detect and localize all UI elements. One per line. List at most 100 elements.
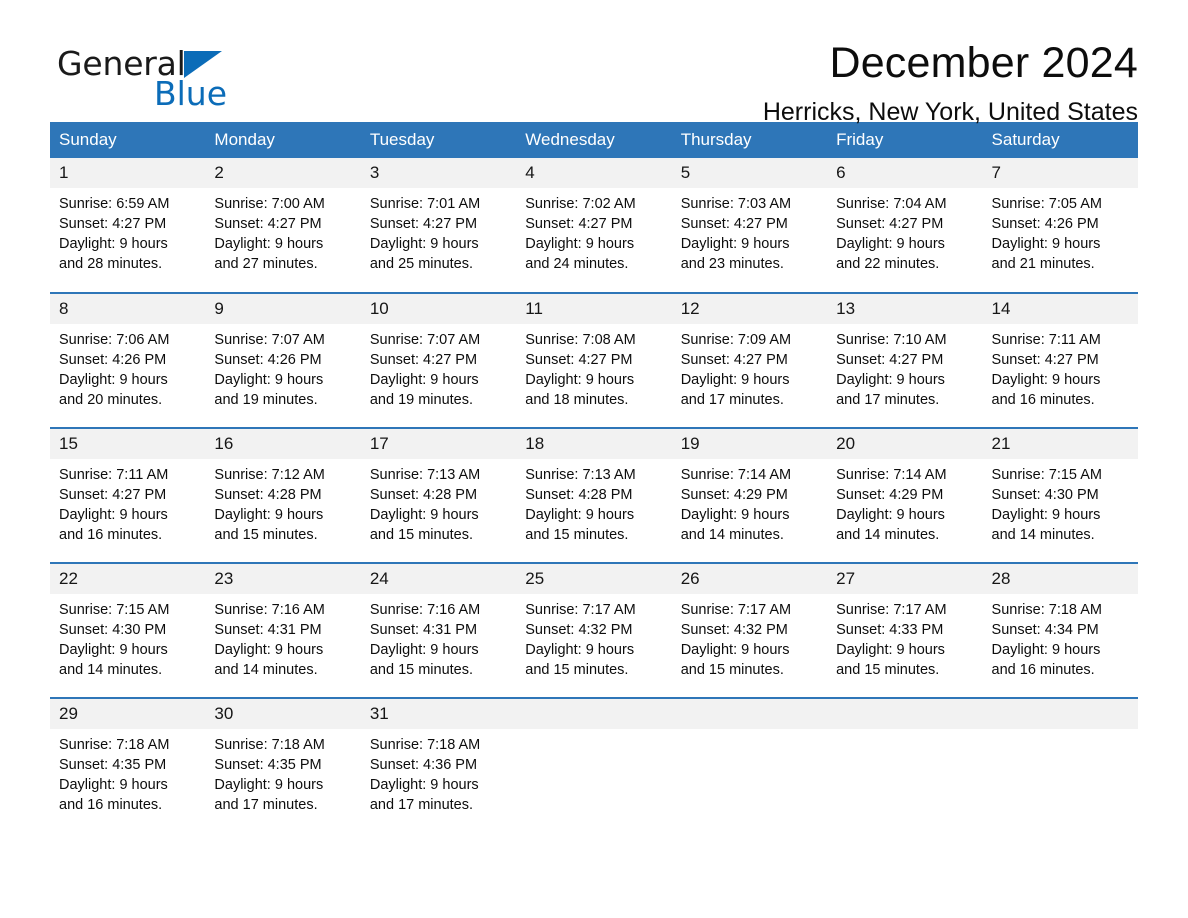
calendar-day-cell[interactable]: 26 Sunrise: 7:17 AM Sunset: 4:32 PM Dayligh… — [671, 562, 828, 698]
day-number: 25 — [516, 564, 672, 594]
sunset-text: Sunset: 4:26 PM — [991, 216, 1099, 232]
calendar-day-cell[interactable]: 29 Sunrise: 7:18 AM Sunset: 4:35 PM Dayligh… — [50, 697, 206, 833]
daylight-text-line2: and 15 minutes. — [369, 527, 474, 543]
calendar-day-cell[interactable]: 18 Sunrise: 7:13 AM Sunset: 4:28 PM Dayligh… — [516, 427, 672, 563]
calendar-day-cell[interactable]: 21 Sunrise: 7:15 AM Sunset: 4:30 PM Dayligh… — [982, 427, 1138, 563]
daylight-text-line2: and 17 minutes. — [214, 797, 318, 813]
daylight-text-line1: Daylight: 9 hours — [369, 372, 479, 388]
daylight-text-line1: Daylight: 9 hours — [836, 507, 945, 523]
sunset-text: Sunset: 4:27 PM — [59, 487, 167, 503]
daylight-text-line1: Daylight: 9 hours — [214, 777, 324, 793]
daylight-text-line2: and 25 minutes. — [369, 256, 474, 272]
sunrise-text: Sunrise: 7:17 AM — [525, 602, 636, 618]
daylight-text-line1: Daylight: 9 hours — [525, 507, 635, 523]
daylight-text-line1: Daylight: 9 hours — [214, 507, 324, 523]
weekday-header-wednesday: Wednesday — [516, 122, 672, 158]
daylight-text-line2: and 17 minutes. — [369, 797, 474, 813]
day-number: 9 — [205, 294, 361, 324]
daylight-text-line1: Daylight: 9 hours — [214, 236, 324, 252]
calendar-day-cell[interactable]: 9 Sunrise: 7:07 AM Sunset: 4:26 PM Daylight… — [205, 292, 361, 428]
day-details: Sunrise: 7:17 AM Sunset: 4:32 PM Daylight:… — [672, 594, 827, 680]
daylight-text-line1: Daylight: 9 hours — [680, 642, 790, 658]
day-number: 20 — [827, 429, 983, 459]
calendar-day-cell[interactable]: 7 Sunrise: 7:05 AM Sunset: 4:26 PM Daylight… — [982, 158, 1138, 293]
calendar-day-cell[interactable]: 13 Sunrise: 7:10 AM Sunset: 4:27 PM Dayligh… — [827, 292, 983, 428]
calendar-day-cell[interactable]: 30 Sunrise: 7:18 AM Sunset: 4:35 PM Dayligh… — [205, 697, 361, 833]
sunrise-text: Sunrise: 7:09 AM — [680, 332, 792, 348]
day-details: Sunrise: 7:09 AM Sunset: 4:27 PM Daylight:… — [672, 324, 827, 410]
day-details: Sunrise: 7:11 AM Sunset: 4:27 PM Daylight:… — [50, 459, 205, 545]
daylight-text-line2: and 20 minutes. — [59, 392, 163, 408]
calendar-day-cell[interactable]: 8 Sunrise: 7:06 AM Sunset: 4:26 PM Daylight… — [50, 292, 206, 428]
sunset-text: Sunset: 4:28 PM — [214, 487, 322, 503]
calendar-week-row: 29 Sunrise: 7:18 AM Sunset: 4:35 PM Dayligh… — [50, 697, 1138, 833]
calendar-day-cell[interactable]: 22 Sunrise: 7:15 AM Sunset: 4:30 PM Dayligh… — [50, 562, 206, 698]
daylight-text-line2: and 22 minutes. — [836, 256, 940, 272]
page-title: December 2024 — [829, 39, 1138, 87]
calendar-day-cell[interactable]: 11 Sunrise: 7:08 AM Sunset: 4:27 PM Dayligh… — [516, 292, 672, 428]
daylight-text-line1: Daylight: 9 hours — [836, 236, 945, 252]
calendar-day-cell[interactable]: 17 Sunrise: 7:13 AM Sunset: 4:28 PM Dayligh… — [360, 427, 517, 563]
weekday-header-saturday: Saturday — [982, 122, 1138, 158]
day-number — [671, 699, 828, 729]
calendar-day-cell[interactable]: 1 Sunrise: 6:59 AM Sunset: 4:27 PM Daylight… — [50, 158, 206, 293]
calendar-day-cell[interactable]: 19 Sunrise: 7:14 AM Sunset: 4:29 PM Dayligh… — [671, 427, 828, 563]
day-details: Sunrise: 7:06 AM Sunset: 4:26 PM Daylight:… — [50, 324, 205, 410]
calendar-day-cell[interactable]: 3 Sunrise: 7:01 AM Sunset: 4:27 PM Daylight… — [360, 158, 517, 293]
sunset-text: Sunset: 4:27 PM — [836, 352, 944, 368]
sunrise-text: Sunrise: 7:18 AM — [991, 602, 1102, 618]
calendar-day-cell[interactable]: 14 Sunrise: 7:11 AM Sunset: 4:27 PM Dayligh… — [982, 292, 1138, 428]
daylight-text-line2: and 16 minutes. — [59, 797, 163, 813]
calendar-day-cell[interactable]: 24 Sunrise: 7:16 AM Sunset: 4:31 PM Dayligh… — [360, 562, 517, 698]
general-blue-logo[interactable]: General Blue — [57, 46, 377, 118]
daylight-text-line2: and 19 minutes. — [369, 392, 474, 408]
sunset-text: Sunset: 4:36 PM — [369, 757, 478, 773]
sunrise-text: Sunrise: 7:18 AM — [59, 737, 170, 753]
day-details: Sunrise: 7:17 AM Sunset: 4:32 PM Daylight:… — [516, 594, 671, 680]
calendar-day-cell[interactable]: 16 Sunrise: 7:12 AM Sunset: 4:28 PM Dayligh… — [205, 427, 361, 563]
day-details: Sunrise: 7:13 AM Sunset: 4:28 PM Daylight:… — [516, 459, 671, 545]
day-number: 5 — [671, 158, 828, 188]
day-number: 6 — [827, 158, 983, 188]
sunrise-text: Sunrise: 7:06 AM — [59, 332, 170, 348]
calendar-day-cell[interactable]: 12 Sunrise: 7:09 AM Sunset: 4:27 PM Dayligh… — [671, 292, 828, 428]
day-details: Sunrise: 7:10 AM Sunset: 4:27 PM Daylight:… — [827, 324, 982, 410]
sunrise-sunset-calendar: Sunday Monday Tuesday Wednesday Thursday… — [50, 122, 1138, 833]
daylight-text-line2: and 15 minutes. — [680, 662, 784, 678]
calendar-day-cell[interactable]: 20 Sunrise: 7:14 AM Sunset: 4:29 PM Dayligh… — [827, 427, 983, 563]
calendar-day-cell-empty — [671, 697, 828, 833]
daylight-text-line1: Daylight: 9 hours — [369, 236, 479, 252]
day-number: 11 — [516, 294, 672, 324]
daylight-text-line2: and 15 minutes. — [369, 662, 474, 678]
calendar-day-cell[interactable]: 27 Sunrise: 7:17 AM Sunset: 4:33 PM Dayligh… — [827, 562, 983, 698]
sunrise-text: Sunrise: 7:18 AM — [214, 737, 325, 753]
daylight-text-line1: Daylight: 9 hours — [525, 372, 635, 388]
calendar-header-row: Sunday Monday Tuesday Wednesday Thursday… — [50, 122, 1138, 158]
calendar-day-cell[interactable]: 31 Sunrise: 7:18 AM Sunset: 4:36 PM Dayligh… — [360, 697, 517, 833]
calendar-day-cell[interactable]: 2 Sunrise: 7:00 AM Sunset: 4:27 PM Daylight… — [205, 158, 361, 293]
day-number: 14 — [982, 294, 1138, 324]
daylight-text-line2: and 15 minutes. — [836, 662, 940, 678]
calendar-day-cell[interactable]: 6 Sunrise: 7:04 AM Sunset: 4:27 PM Daylight… — [827, 158, 983, 293]
day-details: Sunrise: 7:11 AM Sunset: 4:27 PM Daylight:… — [983, 324, 1138, 410]
calendar-day-cell[interactable]: 25 Sunrise: 7:17 AM Sunset: 4:32 PM Dayligh… — [516, 562, 672, 698]
day-number: 15 — [50, 429, 206, 459]
calendar-day-cell[interactable]: 15 Sunrise: 7:11 AM Sunset: 4:27 PM Dayligh… — [50, 427, 206, 563]
sunrise-text: Sunrise: 7:08 AM — [525, 332, 636, 348]
daylight-text-line1: Daylight: 9 hours — [214, 642, 324, 658]
calendar-day-cell[interactable]: 5 Sunrise: 7:03 AM Sunset: 4:27 PM Daylight… — [671, 158, 828, 293]
sunset-text: Sunset: 4:35 PM — [59, 757, 167, 773]
day-number — [982, 699, 1138, 729]
calendar-day-cell[interactable]: 23 Sunrise: 7:16 AM Sunset: 4:31 PM Dayligh… — [205, 562, 361, 698]
day-details: Sunrise: 7:12 AM Sunset: 4:28 PM Daylight:… — [205, 459, 360, 545]
daylight-text-line2: and 27 minutes. — [214, 256, 318, 272]
day-number: 12 — [671, 294, 828, 324]
daylight-text-line1: Daylight: 9 hours — [991, 372, 1101, 388]
day-number: 28 — [982, 564, 1138, 594]
calendar-day-cell[interactable]: 4 Sunrise: 7:02 AM Sunset: 4:27 PM Daylight… — [516, 158, 672, 293]
day-details: Sunrise: 7:17 AM Sunset: 4:33 PM Daylight:… — [827, 594, 982, 680]
calendar-day-cell[interactable]: 28 Sunrise: 7:18 AM Sunset: 4:34 PM Dayligh… — [982, 562, 1138, 698]
weekday-header-monday: Monday — [205, 122, 361, 158]
calendar-week-row: 1 Sunrise: 6:59 AM Sunset: 4:27 PM Daylight… — [50, 158, 1138, 293]
calendar-day-cell[interactable]: 10 Sunrise: 7:07 AM Sunset: 4:27 PM Dayligh… — [360, 292, 517, 428]
